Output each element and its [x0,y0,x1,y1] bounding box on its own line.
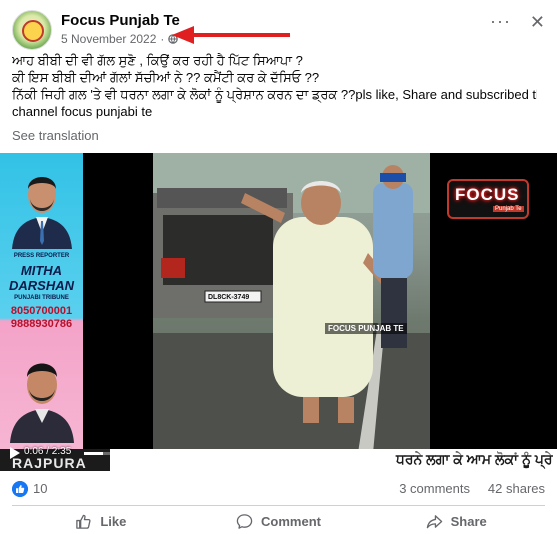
post-actions: Like Comment Share [12,508,545,534]
red-arrow-annotation [172,26,290,44]
see-translation-link[interactable]: See translation [12,128,99,143]
phone-number: 8050700001 [10,305,73,317]
post-meta: 5 November 2022 · [61,32,179,46]
more-options-icon[interactable]: ··· [490,12,511,30]
video-location: RAJPURA [12,455,87,471]
post-text: ਆਹ ਬੀਬੀ ਦੀ ਵੀ ਗੱਲ ਸੁਣੋ , ਕਿਉਂ ਕਰ ਰਹੀ ਹੈ … [12,52,537,120]
actions-divider [12,505,545,506]
meta-separator: · [160,32,165,46]
share-button[interactable]: Share [367,508,545,534]
logo-word: FOCUS [455,185,520,204]
like-label: Like [100,513,127,529]
like-count[interactable]: 10 [33,481,47,496]
post-date[interactable]: 5 November 2022 [61,32,156,46]
reporter-name-line: DARSHAN [9,278,74,293]
scene-watermark: FOCUS PUNJAB TE [325,323,407,334]
post-text-line: ਨਿੱਕੀ ਜਿਹੀ ਗਲ 'ਤੇ ਵੀ ਧਰਨਾ ਲਗਾ ਕੇ ਲੋਕਾਂ ਨ… [12,87,537,102]
comment-button[interactable]: Comment [190,508,368,534]
post-text-line: channel focus punjabi te [12,104,153,119]
comment-icon [236,513,253,529]
car-plate: DL8CK-3749 [208,294,249,301]
video-scene: DL8CK-3749 FOCUS PUNJAB TE [153,153,430,453]
post-header: Focus Punjab Te 5 November 2022 · ··· ✕ [12,10,545,50]
reaction-stats: 10 3 comments 42 shares [12,480,545,498]
post-text-line: ਕੀ ਇਸ ਬੀਬੀ ਦੀਆਂ ਗੱਲਾਂ ਸੱਚੀਆਂ ਨੇ ?? ਕਮੈਂਟ… [12,70,320,85]
shares-count[interactable]: 42 shares [488,481,545,496]
page-name[interactable]: Focus Punjab Te [61,12,180,29]
page-avatar[interactable] [12,10,52,50]
like-reaction-icon[interactable] [12,481,28,497]
reporter-phone: 8050700001 9888930786 [0,305,83,331]
thumbs-up-icon [76,514,91,529]
video-progress-fill [84,452,103,455]
reporter-title: PRESS REPORTER [13,253,70,259]
share-label: Share [450,513,487,529]
scene-illustration: DL8CK-3749 [153,153,430,453]
video-player[interactable]: PRESS REPORTER MITHA DARSHAN PUNJABI TRI… [0,153,557,471]
reporter-name-line: MITHA [20,263,63,278]
comments-count[interactable]: 3 comments [399,481,470,496]
reporter-photo-secondary [10,363,74,443]
logo-sub: Punjab Te [493,206,524,212]
video-progress-bar[interactable] [84,452,554,455]
reporter-photo [12,177,72,249]
reporter-name: MITHA DARSHAN [0,263,83,293]
reporter-panel: PRESS REPORTER MITHA DARSHAN PUNJABI TRI… [0,153,83,453]
post-text-line: ਆਹ ਬੀਬੀ ਦੀ ਵੀ ਗੱਲ ਸੁਣੋ , ਕਿਉਂ ਕਰ ਰਹੀ ਹੈ … [12,53,303,68]
reporter-paper: PUNJABI TRIBUNE [14,295,69,301]
comment-label: Comment [261,513,321,529]
close-icon[interactable]: ✕ [530,13,545,31]
focus-logo: FOCUS Punjab Te [447,179,529,219]
video-controls: 0:06 / 2:35 RAJPURA [0,441,557,471]
share-icon [426,514,442,528]
like-button[interactable]: Like [12,508,190,534]
phone-number: 9888930786 [10,318,73,330]
